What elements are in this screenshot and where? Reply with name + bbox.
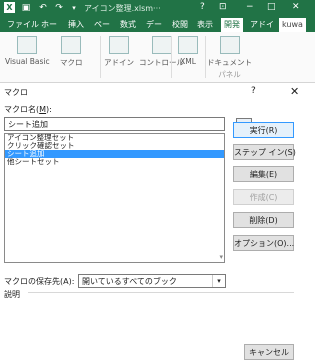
document-panel-button[interactable]: ドキュメント パネル <box>207 36 252 80</box>
store-location-value: 開いているすべてのブック <box>82 277 177 286</box>
tab-page-layout[interactable]: ペー <box>94 18 110 32</box>
minimize-button[interactable]: − <box>246 2 254 12</box>
create-button[interactable]: 作成(C) <box>233 189 294 205</box>
maximize-button[interactable]: □ <box>267 2 276 12</box>
tab-data[interactable]: デー <box>146 18 162 32</box>
macro-dialog: マクロ ? ✕ マクロ名(M): シート追加 ⇱ アイコン整理セット クリック確… <box>0 84 315 364</box>
excel-title-bar: X ▣ ↶ ↷ ▾ アイコン整理.xlsm··· ? ⊡ − □ ✕ <box>0 0 315 16</box>
addins-button[interactable]: アドイン <box>104 36 134 68</box>
store-location-label: マクロの保存先(A): <box>4 277 75 286</box>
excel-logo-icon: X <box>4 2 15 13</box>
controls-icon <box>151 36 172 54</box>
window-title: アイコン整理.xlsm··· <box>84 4 161 13</box>
macros-label: マクロ <box>60 58 83 67</box>
xml-label: XML <box>180 57 196 66</box>
dialog-title: マクロ <box>4 88 28 97</box>
dialog-help-button[interactable]: ? <box>251 86 256 96</box>
tab-home[interactable]: ホー <box>41 18 57 32</box>
edit-button[interactable]: 編集(E) <box>233 166 294 182</box>
ribbon-display-options-icon[interactable]: ⊡ <box>219 2 227 12</box>
addins-label: アドイン <box>104 58 134 67</box>
cancel-button[interactable]: キャンセル <box>244 344 294 360</box>
step-in-button[interactable]: ステップ イン(S) <box>233 144 296 160</box>
store-location-select[interactable]: 開いているすべてのブック ▾ <box>78 274 226 288</box>
tab-file[interactable]: ファイル <box>7 18 39 32</box>
quick-access-dropdown-icon[interactable]: ▾ <box>68 2 80 14</box>
macros-icon <box>61 36 82 54</box>
chevron-down-icon[interactable]: ▾ <box>212 275 225 287</box>
description-label: 説明 <box>4 290 20 299</box>
ribbon-developer-panel: Visual Basic マクロ アドイン コントロール XML ドキュメント … <box>0 32 315 83</box>
undo-icon[interactable]: ↶ <box>37 2 49 14</box>
redo-icon[interactable]: ↷ <box>53 2 65 14</box>
save-icon[interactable]: ▣ <box>20 2 32 14</box>
visual-basic-button[interactable]: Visual Basic <box>5 36 50 66</box>
description-divider <box>28 292 294 293</box>
tab-developer[interactable]: 開発 <box>221 18 243 32</box>
chevron-down-icon[interactable]: ▾ <box>219 253 223 261</box>
document-panel-icon <box>219 36 240 54</box>
ribbon-divider <box>205 36 206 78</box>
dialog-close-button[interactable]: ✕ <box>290 85 299 98</box>
document-panel-label: ドキュメント <box>207 58 252 67</box>
list-item[interactable]: 他シートセット <box>5 158 224 166</box>
options-button[interactable]: オプション(O)... <box>233 235 294 251</box>
macro-name-input[interactable]: シート追加 <box>4 117 225 131</box>
close-button[interactable]: ✕ <box>292 2 300 12</box>
xml-icon <box>178 36 198 54</box>
tab-formulas[interactable]: 数式 <box>120 18 136 32</box>
ribbon-divider <box>100 36 101 78</box>
user-account[interactable]: kuwa <box>279 18 306 32</box>
run-button[interactable]: 実行(R) <box>233 122 294 138</box>
visual-basic-label: Visual Basic <box>5 57 50 66</box>
macro-name-label: マクロ名(M): <box>4 105 52 114</box>
ribbon-tab-bar: ファイル ホー 挿入 ペー 数式 デー 校閲 表示 開発 アドイ kuwa <box>0 16 315 32</box>
visual-basic-icon <box>17 36 38 54</box>
tab-review[interactable]: 校閲 <box>172 18 188 32</box>
tab-view[interactable]: 表示 <box>197 18 213 32</box>
macro-list[interactable]: アイコン整理セット クリック確認セット シート追加 他シートセット ▾ <box>4 133 225 263</box>
addins-icon <box>109 36 129 54</box>
help-button[interactable]: ? <box>200 2 205 12</box>
tab-addins[interactable]: アドイ <box>250 18 274 32</box>
delete-button[interactable]: 削除(D) <box>233 212 294 228</box>
xml-button[interactable]: XML <box>178 36 198 66</box>
tab-insert[interactable]: 挿入 <box>68 18 84 32</box>
ribbon-divider <box>171 36 172 78</box>
document-panel-label-2: パネル <box>218 70 241 79</box>
macros-button[interactable]: マクロ <box>60 36 83 68</box>
